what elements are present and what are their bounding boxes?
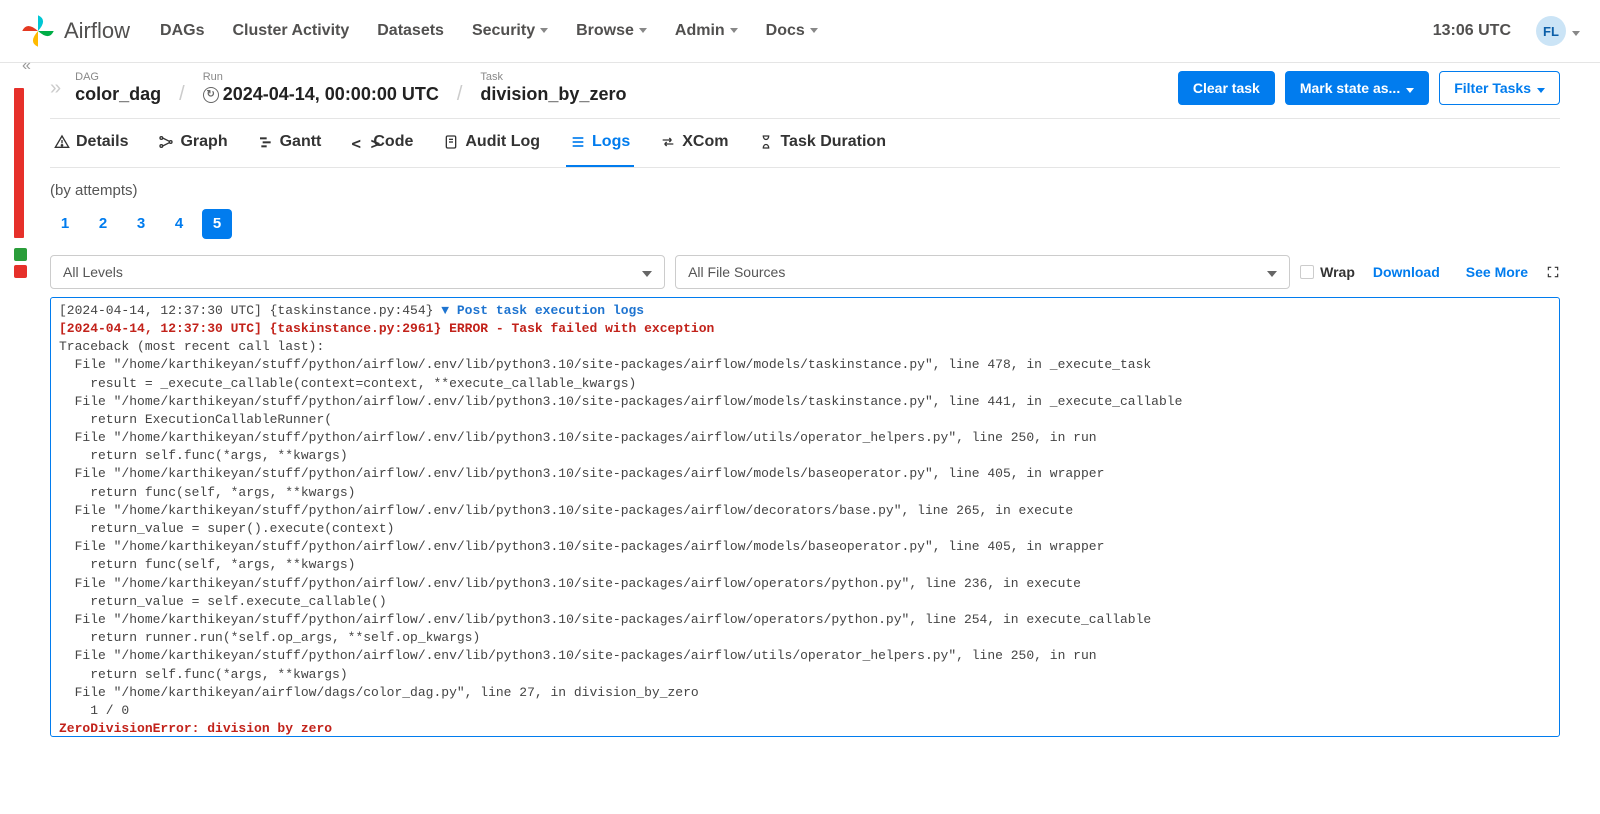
log-line: [2024-04-14, 12:37:30 UTC] {taskinstance… [59, 303, 441, 318]
breadcrumb-slash: / [453, 83, 467, 106]
log-line: return_value = super().execute(context) [59, 521, 394, 536]
attempts-label: (by attempts) [50, 182, 1560, 199]
breadcrumb-run[interactable]: Run 2024-04-14, 00:00:00 UTC [203, 71, 439, 106]
hourglass-icon [758, 134, 774, 150]
log-level-select[interactable]: All Levels [50, 255, 665, 289]
log-line: ZeroDivisionError: division by zero [59, 721, 332, 736]
attempt-2[interactable]: 2 [88, 209, 118, 239]
breadcrumb-row: » DAG color_dag / Run 2024-04-14, 00:00:… [50, 63, 1560, 119]
log-line: [2024-04-14, 12:37:30 UTC] {taskinstance… [59, 321, 714, 336]
clock: 13:06 UTC [1433, 22, 1511, 40]
tab-code[interactable]: < > Code [347, 119, 417, 167]
gantt-icon [258, 134, 274, 150]
nav-browse[interactable]: Browse [576, 22, 647, 40]
chevron-down-icon [1267, 264, 1277, 280]
log-line: File "/home/karthikeyan/stuff/python/air… [59, 576, 1081, 591]
chevron-down-icon [728, 22, 738, 40]
attempt-1[interactable]: 1 [50, 209, 80, 239]
attempt-4[interactable]: 4 [164, 209, 194, 239]
breadcrumb-task[interactable]: Task division_by_zero [480, 71, 626, 106]
avatar: FL [1536, 16, 1566, 46]
log-line: File "/home/karthikeyan/stuff/python/air… [59, 503, 1073, 518]
download-link[interactable]: Download [1365, 264, 1448, 280]
log-line: return self.func(*args, **kwargs) [59, 448, 348, 463]
see-more-link[interactable]: See More [1458, 264, 1536, 280]
warning-icon [54, 134, 70, 150]
tab-logs[interactable]: Logs [566, 119, 634, 167]
audit-icon [443, 134, 459, 150]
log-line: File "/home/karthikeyan/stuff/python/air… [59, 466, 1104, 481]
mark-state-button[interactable]: Mark state as... [1285, 71, 1429, 105]
attempt-5[interactable]: 5 [202, 209, 232, 239]
breadcrumb-sep-icon: » [50, 77, 61, 100]
chevron-down-icon [642, 264, 652, 280]
tab-task-duration[interactable]: Task Duration [754, 119, 890, 167]
chevron-down-icon [538, 22, 548, 40]
airflow-logo-icon [20, 13, 56, 49]
nav-links: DAGs Cluster Activity Datasets Security … [160, 22, 818, 40]
logs-icon [570, 134, 586, 150]
chevron-down-icon [1406, 80, 1414, 96]
filter-tasks-button[interactable]: Filter Tasks [1439, 71, 1560, 105]
tab-audit-log[interactable]: Audit Log [439, 119, 544, 167]
brand[interactable]: Airflow [20, 13, 130, 49]
log-line: ▼ Post task execution logs [441, 303, 644, 318]
checkbox-icon [1300, 265, 1314, 279]
tab-gantt[interactable]: Gantt [254, 119, 326, 167]
chevron-down-icon [808, 22, 818, 40]
chevron-down-icon [637, 22, 647, 40]
log-line: return func(self, *args, **kwargs) [59, 485, 355, 500]
log-line: 1 / 0 [59, 703, 129, 718]
nav-dags[interactable]: DAGs [160, 22, 204, 40]
log-line: File "/home/karthikeyan/stuff/python/air… [59, 612, 1151, 627]
log-line: File "/home/karthikeyan/stuff/python/air… [59, 357, 1151, 372]
clear-task-button[interactable]: Clear task [1178, 71, 1275, 105]
log-line: File "/home/karthikeyan/airflow/dags/col… [59, 685, 699, 700]
log-line: return ExecutionCallableRunner( [59, 412, 332, 427]
tab-xcom[interactable]: XCom [656, 119, 732, 167]
log-line: return func(self, *args, **kwargs) [59, 557, 355, 572]
user-menu[interactable]: FL [1536, 16, 1580, 46]
top-navbar: Airflow DAGs Cluster Activity Datasets S… [0, 0, 1600, 63]
log-line: File "/home/karthikeyan/stuff/python/air… [59, 539, 1104, 554]
status-dot-failed[interactable] [14, 265, 27, 278]
code-icon: < > [351, 134, 367, 150]
nav-cluster-activity[interactable]: Cluster Activity [232, 22, 349, 40]
grid-gutter [14, 82, 27, 278]
tab-graph[interactable]: Graph [154, 119, 231, 167]
log-line: return self.func(*args, **kwargs) [59, 667, 348, 682]
log-line: return_value = self.execute_callable() [59, 594, 387, 609]
nav-datasets[interactable]: Datasets [377, 22, 444, 40]
breadcrumb-dag[interactable]: DAG color_dag [75, 71, 161, 106]
schedule-icon [203, 87, 219, 103]
graph-icon [158, 134, 174, 150]
log-line: result = _execute_callable(context=conte… [59, 376, 636, 391]
wrap-toggle[interactable]: Wrap [1300, 264, 1355, 280]
chevron-down-icon [1537, 80, 1545, 96]
tabs: Details Graph Gantt < > Code Audit Log L… [50, 119, 1560, 168]
fullscreen-icon[interactable] [1546, 265, 1560, 279]
log-line: File "/home/karthikeyan/stuff/python/air… [59, 394, 1182, 409]
brand-text: Airflow [64, 18, 130, 44]
log-line: return runner.run(*self.op_args, **self.… [59, 630, 480, 645]
attempts-list: 12345 [50, 209, 1560, 239]
breadcrumb-slash: / [175, 83, 189, 106]
log-toolbar: All Levels All File Sources Wrap Downloa… [50, 255, 1560, 289]
collapse-panel-icon[interactable]: « [22, 57, 31, 75]
chevron-down-icon [1572, 23, 1580, 39]
log-line: File "/home/karthikeyan/stuff/python/air… [59, 430, 1097, 445]
log-line: File "/home/karthikeyan/stuff/python/air… [59, 648, 1097, 663]
tab-details[interactable]: Details [50, 119, 132, 167]
nav-admin[interactable]: Admin [675, 22, 738, 40]
nav-security[interactable]: Security [472, 22, 548, 40]
status-dot-success[interactable] [14, 248, 27, 261]
status-bar-failed[interactable] [14, 88, 24, 238]
xcom-icon [660, 134, 676, 150]
log-output[interactable]: [2024-04-14, 12:37:30 UTC] {taskinstance… [50, 297, 1560, 737]
log-line: Traceback (most recent call last): [59, 339, 324, 354]
nav-docs[interactable]: Docs [766, 22, 818, 40]
attempt-3[interactable]: 3 [126, 209, 156, 239]
file-source-select[interactable]: All File Sources [675, 255, 1290, 289]
